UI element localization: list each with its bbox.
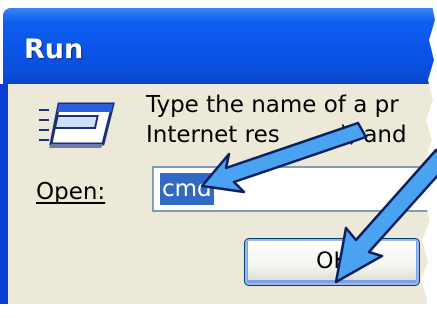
open-label: Open:: [36, 179, 105, 205]
image-bottom-margin: [0, 304, 437, 318]
run-dialog-screenshot: Run Type the name of a pr Internet res),…: [0, 0, 437, 318]
instruction-line-2-start: Internet res: [146, 122, 280, 148]
window-title: Run: [24, 34, 84, 65]
instruction-line-1: Type the name of a pr: [146, 92, 399, 118]
title-bar[interactable]: Run: [3, 8, 437, 84]
window-left-border: [0, 84, 8, 304]
open-label-text: Open:: [36, 179, 106, 205]
run-program-icon: [39, 102, 115, 148]
open-input-value[interactable]: cmd: [160, 173, 214, 205]
ok-button[interactable]: OK: [244, 238, 420, 286]
instruction-line-2-end: ), and: [339, 122, 407, 148]
instruction-line-2: Internet res ), and: [146, 120, 407, 150]
instruction-text: Type the name of a pr Internet res ), and: [146, 90, 407, 150]
open-combobox[interactable]: cmd: [152, 166, 437, 212]
